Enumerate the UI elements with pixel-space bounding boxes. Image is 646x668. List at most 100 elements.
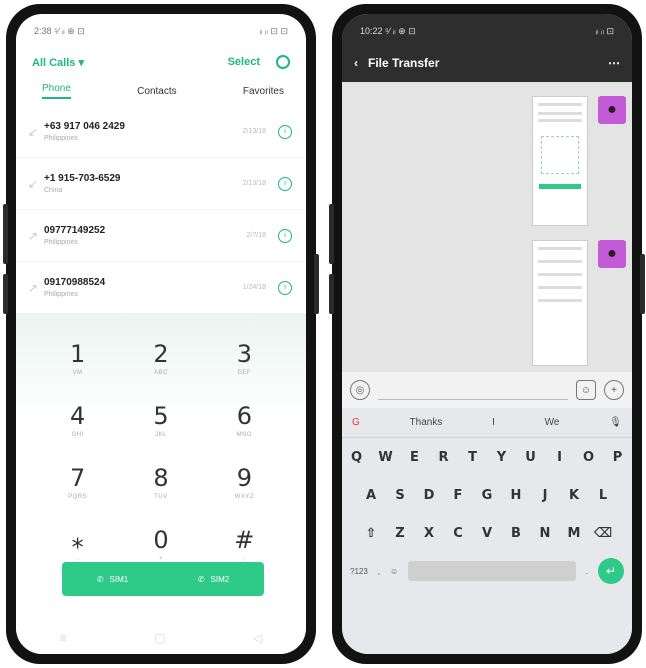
call-log-row[interactable]: ↙ +1 915-703-6529 China 2/13/18 i [16,158,306,210]
image-message[interactable] [532,240,588,366]
call-sim2-button[interactable]: ✆ SIM2 [198,575,229,584]
key[interactable]: T [458,450,487,465]
info-icon[interactable]: i [278,176,292,191]
call-sim1-button[interactable]: ✆ SIM1 [97,575,128,584]
key-digit: 0 [153,526,169,554]
suggestion[interactable]: I [492,417,495,428]
shift-key-icon[interactable]: ⇧ [357,526,386,541]
call-log-row[interactable]: ↙ +63 917 046 2429 Philippines 2/13/18 i [16,106,306,158]
space-key[interactable] [408,561,576,581]
symbols-key[interactable]: ?123 [350,567,368,576]
tab-phone[interactable]: Phone [42,83,71,99]
sim2-label: SIM2 [210,574,230,584]
dialpad-keys: 1 VM 2 ABC 3 DEF 4 GHI 5 JKL 6 MNO 7 PQRS 8 TUV 9 WXYZ ⁎, 0… [16,314,306,580]
call-time: 2/13/18 [242,128,266,135]
key[interactable]: F [444,488,473,503]
key[interactable]: K [560,488,589,503]
sim1-label: SIM1 [109,574,129,584]
period-key[interactable]: . [586,567,588,576]
back-arrow-icon[interactable]: ‹ [354,56,358,70]
tab-contacts[interactable]: Contacts [137,86,176,97]
key[interactable]: S [386,488,415,503]
suggestion[interactable]: Thanks [410,417,443,428]
enter-key-icon[interactable]: ↵ [598,558,624,584]
key-letters: GHI [71,432,84,438]
call-log-row[interactable]: ↗ 09170988524 Philippines 1/24/18 i [16,262,306,314]
dialpad-key[interactable]: 8 TUV [119,464,202,518]
key[interactable]: I [545,450,574,465]
key[interactable]: G [473,488,502,503]
key[interactable]: V [473,526,502,541]
phone-icon: ✆ [197,574,205,584]
key[interactable]: X [415,526,444,541]
message-input-bar: ◎ ☺ + [342,372,632,408]
mic-icon[interactable]: 🎙 [609,417,622,428]
dialer-tabs: Phone Contacts Favorites [16,76,306,106]
settings-icon[interactable] [276,55,290,69]
key[interactable]: H [502,488,531,503]
key[interactable]: U [516,450,545,465]
status-icons: ᵢₗ ᵢₗ ⊡ ⊡ [259,25,288,36]
chat-header: 10:22 ⁵⁄ ᵢₗ ⊕ ⊡ ᵢₗ ᵢₗ ⊡ ‹ File Transfer … [342,14,632,82]
key[interactable]: R [429,450,458,465]
add-icon[interactable]: + [604,380,624,400]
key[interactable]: J [531,488,560,503]
key[interactable]: D [415,488,444,503]
suggestion-bar: G Thanks I We 🎙 [342,408,632,438]
tab-favorites[interactable]: Favorites [243,86,284,97]
key[interactable]: L [589,488,618,503]
key[interactable]: W [371,450,400,465]
phone-icon: ✆ [96,574,104,584]
call-filter-dropdown[interactable]: All Calls ▾ [32,56,84,69]
dialpad-key[interactable]: 3 DEF [203,340,286,394]
status-icons: ᵢₗ ᵢₗ ⊡ [595,25,614,36]
dialpad-key[interactable]: 4 GHI [36,402,119,456]
key-letters: JKL [155,432,167,438]
info-icon[interactable]: i [278,124,292,139]
keyboard-row: QWERTYUIOP [342,438,632,476]
more-icon[interactable]: ⋯ [608,56,620,70]
key[interactable]: A [357,488,386,503]
select-button[interactable]: Select [228,56,260,68]
dialpad-key[interactable]: 7 PQRS [36,464,119,518]
google-icon[interactable]: G [352,417,360,428]
call-log-row[interactable]: ↗ 09777149252 Philippines 2/7/18 i [16,210,306,262]
call-type-icon: ↗ [28,280,39,295]
dialpad-key[interactable]: 9 WXYZ [203,464,286,518]
dialpad-key[interactable]: 6 MNO [203,402,286,456]
comma-key[interactable]: , [378,567,380,576]
emoji-icon[interactable]: ☺ [576,380,596,400]
key[interactable]: B [502,526,531,541]
info-icon[interactable]: i [278,280,292,295]
key-digit: 5 [153,402,169,430]
message-input[interactable] [378,380,568,400]
key[interactable]: P [603,450,632,465]
volume-button [329,274,334,314]
call-type-icon: ↗ [28,228,39,243]
dialpad-key[interactable]: 1 VM [36,340,119,394]
key[interactable]: Y [487,450,516,465]
keyboard-keys: Q W E R T Y U I O P A S D F G H J K L ⇧ Z X C V B N M ⌫ [342,438,632,552]
voice-icon[interactable]: ◎ [350,380,370,400]
dialpad-key[interactable]: 2 ABC [119,340,202,394]
key[interactable]: Q [342,450,371,465]
key[interactable]: C [444,526,473,541]
chat-title: File Transfer [368,56,440,70]
key[interactable]: O [574,450,603,465]
suggestion[interactable]: We [545,417,560,428]
menu-icon[interactable]: ≡ [60,631,67,645]
image-message[interactable] [532,96,588,226]
key[interactable]: Z [386,526,415,541]
backspace-key-icon[interactable]: ⌫ [589,526,618,541]
key-digit: 6 [236,402,252,430]
key[interactable]: E [400,450,429,465]
dialpad-key[interactable]: 5 JKL [119,402,202,456]
info-icon[interactable]: i [278,228,292,243]
home-icon[interactable]: ▢ [154,631,165,645]
call-location: Philippines [44,135,78,142]
emoji-key-icon[interactable]: ☺ [390,567,398,576]
back-icon[interactable]: ◁ [253,631,262,645]
key[interactable]: N [531,526,560,541]
call-location: China [44,187,63,194]
key[interactable]: M [560,526,589,541]
